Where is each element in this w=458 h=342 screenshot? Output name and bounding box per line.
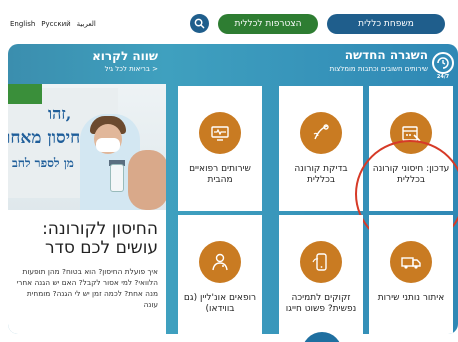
- language-switcher: English Русский العربية: [10, 20, 96, 28]
- home-monitor-icon: [199, 112, 241, 154]
- photo-sign-line-1: זהו,: [48, 104, 72, 123]
- language-russian[interactable]: Русский: [41, 20, 70, 28]
- photo-sign-line-3: מן לספר לחב: [12, 156, 74, 170]
- article-body: איך פועלת החיסון? הוא בטוח? מהן תופעות ה…: [16, 267, 158, 309]
- top-bar: English Русский العربية הצטרפות לכללית מ…: [0, 0, 458, 46]
- card-mental-support-label: זקוקים לתמיכה נפשית? פשוט חייגו: [285, 293, 357, 314]
- clock-24-icon: [432, 52, 454, 74]
- photo-sign-line-2: חיסון מאחו: [8, 128, 81, 148]
- clock-24-label: 24/7: [436, 74, 450, 80]
- card-covid-test-label: בדיקת קורונה בכללית: [294, 164, 348, 185]
- card-find-providers[interactable]: איתור נותני שירות: [369, 215, 453, 334]
- language-arabic[interactable]: العربية: [77, 20, 96, 28]
- truck-icon: [390, 241, 432, 283]
- reading-title: שווה לקרוא: [92, 49, 158, 63]
- vaccine-photo[interactable]: זהו, חיסון מאחו מן לספר לחב: [8, 84, 166, 210]
- test-swab-icon: [300, 112, 342, 154]
- phone-icon: [300, 241, 342, 283]
- doctor-icon: [199, 241, 241, 283]
- search-icon: [194, 18, 205, 29]
- card-home-medical[interactable]: שירותים רפואיים מהבית: [178, 86, 262, 211]
- family-button[interactable]: משפחת כללית: [327, 14, 445, 34]
- reading-column: שווה לקרוא בריאות לכל גיל > זהו, חיסון מ…: [8, 44, 166, 334]
- article-title[interactable]: החיסון לקורונה: עושים לכם סדר: [16, 220, 158, 258]
- card-online-doctors-label: רופאים אונ'ליין (גם בווידאו): [183, 293, 257, 314]
- photo-green-banner: [8, 84, 42, 104]
- reading-subtitle-link[interactable]: בריאות לכל גיל >: [16, 65, 158, 73]
- card-find-providers-label: איתור נותני שירות: [377, 293, 445, 303]
- photo-hand: [128, 150, 166, 210]
- article-card[interactable]: החיסון לקורונה: עושים לכם סדר איך פועלת …: [8, 210, 166, 334]
- join-button[interactable]: הצטרפות לכללית: [218, 14, 318, 34]
- language-english[interactable]: English: [10, 20, 35, 28]
- card-covid-test[interactable]: בדיקת קורונה בכללית: [279, 86, 363, 211]
- section-header: השגרה החדשה שירותים חשובים וכתבות מומלצו…: [304, 48, 454, 84]
- card-home-medical-label: שירותים רפואיים מהבית: [189, 164, 251, 185]
- photo-vaccine-vial: [110, 164, 124, 192]
- photo-face-mask: [96, 138, 120, 152]
- reading-header: שווה לקרוא בריאות לכל גיל >: [8, 44, 166, 84]
- hero-section: שווה לקרוא בריאות לכל גיל > זהו, חיסון מ…: [8, 44, 458, 334]
- card-online-doctors[interactable]: רופאים אונ'ליין (גם בווידאו): [178, 215, 262, 334]
- search-button[interactable]: [190, 14, 209, 33]
- card-mental-support[interactable]: זקוקים לתמיכה נפשית? פשוט חייגו: [279, 215, 363, 334]
